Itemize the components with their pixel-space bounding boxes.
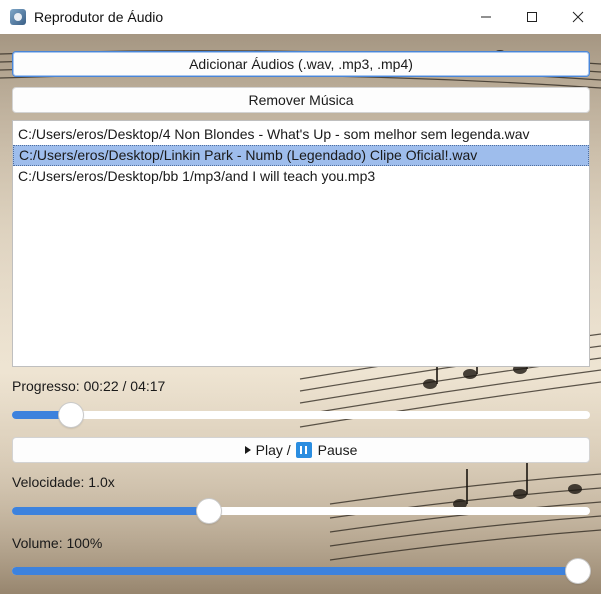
speed-fill [12,507,209,515]
play-pause-button[interactable]: Play / Pause [12,437,590,463]
progress-track [12,411,590,419]
speed-thumb[interactable] [196,499,221,523]
speed-label: Velocidade: 1.0x [12,474,115,490]
volume-slider[interactable] [12,559,590,583]
playlist[interactable]: C:/Users/eros/Desktop/4 Non Blondes - Wh… [12,120,590,367]
pause-icon [295,442,312,458]
pause-label: Pause [317,442,358,458]
window-title: Reprodutor de Áudio [34,9,164,25]
volume-fill [12,567,578,575]
progress-slider[interactable] [12,403,590,427]
minimize-icon [481,16,491,18]
maximize-icon [527,12,537,22]
playlist-item-selected[interactable]: C:/Users/eros/Desktop/Linkin Park - Numb… [13,145,589,166]
volume-thumb[interactable] [566,559,590,583]
close-button[interactable] [555,0,601,34]
maximize-button[interactable] [509,0,555,34]
add-audio-button[interactable]: Adicionar Áudios (.wav, .mp3, .mp4) [12,51,590,77]
progress-label: Progresso: 00:22 / 04:17 [12,378,166,394]
title-bar: Reprodutor de Áudio [0,0,601,34]
close-icon [572,11,584,23]
play-icon [244,446,251,454]
play-label: Play / [255,442,291,458]
playlist-item[interactable]: C:/Users/eros/Desktop/4 Non Blondes - Wh… [13,124,589,145]
minimize-button[interactable] [463,0,509,34]
window-controls [463,0,601,34]
app-icon [10,9,26,25]
playlist-item[interactable]: C:/Users/eros/Desktop/bb 1/mp3/and I wil… [13,166,589,187]
remove-music-button[interactable]: Remover Música [12,87,590,113]
speed-slider[interactable] [12,499,590,523]
progress-thumb[interactable] [59,403,84,427]
volume-label: Volume: 100% [12,535,103,551]
